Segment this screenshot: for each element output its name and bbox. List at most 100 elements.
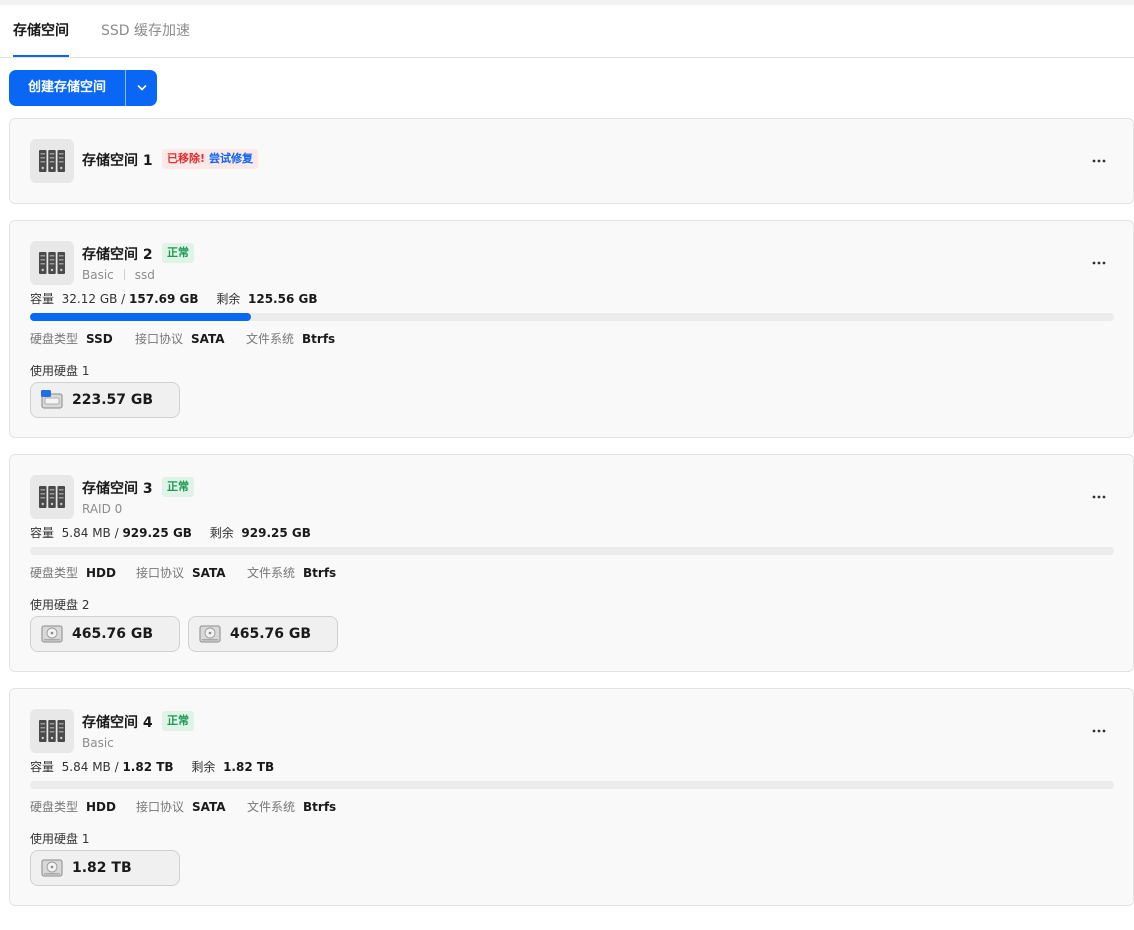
tab-ssd-cache[interactable]: SSD 缓存加速: [101, 5, 190, 57]
status-badge-normal: 正常: [162, 477, 194, 497]
protocol-info: 接口协议 SATA: [135, 330, 225, 347]
capacity-bar: [30, 547, 1114, 555]
hdd-drive-icon: [41, 859, 63, 877]
used-disks-label: 使用硬盘 1: [30, 362, 89, 379]
storage-pool-icon: [30, 475, 74, 519]
pool-name: 存储空间 3: [82, 481, 153, 497]
pool-name: 存储空间 2: [82, 247, 153, 263]
protocol-label: 接口协议: [135, 332, 184, 346]
pool-label: ssd: [134, 268, 155, 282]
filesystem-value: Btrfs: [302, 332, 336, 346]
filesystem-value: Btrfs: [303, 566, 337, 580]
used-disks-text: 使用硬盘: [30, 598, 79, 612]
protocol-value: SATA: [192, 800, 226, 814]
pool-raid-info: Basic: [82, 736, 114, 750]
capacity-bar: [30, 781, 1114, 789]
remaining-label: 剩余: [191, 760, 216, 774]
filesystem-value: Btrfs: [303, 800, 337, 814]
ssd-drive-icon: [41, 390, 63, 409]
filesystem-info: 文件系统 Btrfs: [247, 564, 336, 581]
pool-raid-type: Basic: [82, 268, 114, 282]
disk-type-info: 硬盘类型 HDD: [30, 564, 116, 581]
more-options-button[interactable]: [1087, 151, 1111, 171]
disk-chip[interactable]: 1.82 TB: [30, 850, 180, 886]
separator: [123, 269, 125, 280]
capacity-bar-fill: [30, 313, 251, 321]
protocol-value: SATA: [191, 332, 225, 346]
pool-card-3: 存储空间 3 正常 RAID 0 容量 5.84 MB / 929.25 GB …: [9, 454, 1134, 672]
create-pool-button[interactable]: 创建存储空间: [9, 70, 125, 106]
hdd-drive-icon: [41, 625, 63, 643]
capacity-total: 1.82 TB: [122, 760, 174, 774]
pool-raid-info: Basic ssd: [82, 268, 155, 282]
storage-pool-icon: [30, 241, 74, 285]
tab-bar: 存储空间 SSD 缓存加速: [0, 5, 1134, 58]
disk-type-label: 硬盘类型: [30, 332, 79, 346]
storage-pool-icon: [30, 709, 74, 753]
protocol-value: SATA: [192, 566, 226, 580]
pool-name: 存储空间 1: [82, 153, 153, 169]
create-options-dropdown[interactable]: [126, 70, 157, 106]
protocol-label: 接口协议: [136, 800, 185, 814]
more-options-button[interactable]: [1087, 253, 1111, 273]
capacity-label: 容量: [30, 526, 55, 540]
disk-type-info: 硬盘类型 HDD: [30, 798, 116, 815]
used-disks-text: 使用硬盘: [30, 832, 79, 846]
filesystem-info: 文件系统 Btrfs: [246, 330, 335, 347]
disk-type-info: 硬盘类型 SSD: [30, 330, 113, 347]
capacity-total: 929.25 GB: [122, 526, 192, 540]
pool-card-2: 存储空间 2 正常 Basic ssd 容量 32.12 GB / 157.69 …: [9, 220, 1134, 438]
pool-raid-type: Basic: [82, 736, 114, 750]
capacity-label: 容量: [30, 292, 55, 306]
hdd-drive-icon: [199, 625, 221, 643]
used-disks-count: 1: [81, 832, 90, 846]
used-disks-count: 2: [81, 598, 90, 612]
protocol-info: 接口协议 SATA: [136, 564, 226, 581]
disk-type-label: 硬盘类型: [30, 566, 79, 580]
capacity-total: 157.69 GB: [129, 292, 199, 306]
more-dots-icon: [1092, 261, 1106, 265]
pool-name: 存储空间 4: [82, 715, 153, 731]
more-dots-icon: [1092, 159, 1106, 163]
filesystem-label: 文件系统: [247, 800, 296, 814]
create-pool-split-button: 创建存储空间: [9, 70, 157, 106]
tab-storage-pools[interactable]: 存储空间: [13, 5, 69, 57]
disk-type-label: 硬盘类型: [30, 800, 79, 814]
remaining-label: 剩余: [209, 526, 234, 540]
disk-chip[interactable]: 223.57 GB: [30, 382, 180, 418]
capacity-used: 32.12 GB: [61, 292, 118, 306]
capacity-summary: 容量 5.84 MB / 929.25 GB 剩余 929.25 GB: [30, 526, 311, 540]
capacity-free: 1.82 TB: [223, 760, 275, 774]
capacity-used: 5.84 MB: [61, 760, 111, 774]
status-removed-text: 已移除!: [167, 152, 206, 165]
capacity-label: 容量: [30, 760, 55, 774]
more-dots-icon: [1092, 729, 1106, 733]
filesystem-info: 文件系统 Btrfs: [247, 798, 336, 815]
disk-type-value: HDD: [86, 800, 116, 814]
disk-chip[interactable]: 465.76 GB: [30, 616, 180, 652]
disk-size: 223.57 GB: [72, 392, 154, 408]
used-disks-count: 1: [81, 364, 90, 378]
more-dots-icon: [1092, 495, 1106, 499]
disk-chip[interactable]: 465.76 GB: [188, 616, 338, 652]
pool-card-4: 存储空间 4 正常 Basic 容量 5.84 MB / 1.82 TB 剩余 …: [9, 688, 1134, 906]
disk-type-value: HDD: [86, 566, 116, 580]
try-repair-link[interactable]: 尝试修复: [209, 152, 253, 165]
capacity-free: 125.56 GB: [248, 292, 318, 306]
pool-raid-info: RAID 0: [82, 502, 122, 516]
pool-raid-type: RAID 0: [82, 502, 123, 516]
disk-size: 1.82 TB: [72, 860, 132, 876]
protocol-label: 接口协议: [136, 566, 185, 580]
capacity-free: 929.25 GB: [241, 526, 311, 540]
capacity-bar: [30, 313, 1114, 321]
storage-pool-icon: [30, 139, 74, 183]
used-disks-label: 使用硬盘 1: [30, 830, 89, 847]
more-options-button[interactable]: [1087, 487, 1111, 507]
chevron-down-icon: [137, 85, 146, 91]
protocol-info: 接口协议 SATA: [136, 798, 226, 815]
disk-size: 465.76 GB: [230, 626, 312, 642]
filesystem-label: 文件系统: [246, 332, 295, 346]
status-badge-removed: 已移除! 尝试修复: [162, 149, 259, 169]
status-badge-normal: 正常: [162, 711, 194, 731]
more-options-button[interactable]: [1087, 721, 1111, 741]
